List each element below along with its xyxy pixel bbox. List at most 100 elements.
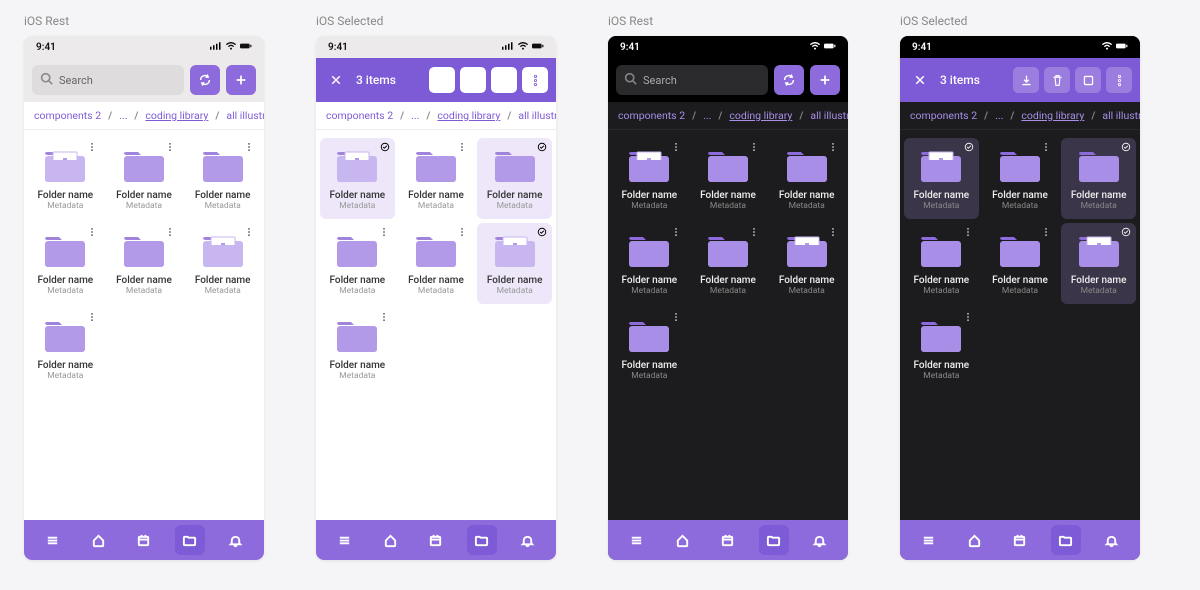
search-placeholder: Search xyxy=(643,74,677,87)
folder-card[interactable]: Folder name Metadata xyxy=(320,138,395,219)
folder-meta: Metadata xyxy=(614,286,685,296)
folder-icon xyxy=(335,235,379,269)
folder-grid: Folder name Metadata Folder name Metadat… xyxy=(900,130,1140,520)
nav-folder-button[interactable] xyxy=(175,525,205,555)
nav-home-button[interactable] xyxy=(959,525,989,555)
folder-card[interactable]: Folder name Metadata xyxy=(1061,138,1136,219)
stop-button[interactable] xyxy=(491,67,517,93)
nav-home-button[interactable] xyxy=(375,525,405,555)
nav-calendar-button[interactable] xyxy=(713,525,743,555)
bottom-nav xyxy=(24,520,264,560)
folder-card[interactable]: Folder name Metadata xyxy=(612,138,687,219)
folder-card[interactable]: Folder name Metadata xyxy=(320,308,395,389)
folder-name: Folder name xyxy=(109,190,180,201)
folder-card[interactable]: Folder name Metadata xyxy=(904,138,979,219)
folder-card[interactable]: Folder name Metadata xyxy=(612,223,687,304)
folder-card[interactable]: Folder name Metadata xyxy=(983,223,1058,304)
folder-card[interactable]: Folder name Metadata xyxy=(320,223,395,304)
selection-close-button[interactable] xyxy=(324,68,348,92)
stop-button[interactable] xyxy=(1075,67,1101,93)
wifi-icon xyxy=(225,42,237,53)
overflow-button[interactable] xyxy=(1106,67,1132,93)
folder-card[interactable]: Folder name Metadata xyxy=(28,223,103,304)
breadcrumb-0[interactable]: components 2 xyxy=(910,109,977,122)
breadcrumb-3[interactable]: all illustrations xyxy=(1102,109,1140,122)
breadcrumb-2[interactable]: coding library xyxy=(729,109,792,122)
nav-menu-button[interactable] xyxy=(914,525,944,555)
breadcrumb-3[interactable]: all illustrations xyxy=(518,109,556,122)
folder-icon xyxy=(706,150,750,184)
folder-card[interactable]: Folder name Metadata xyxy=(769,223,844,304)
nav-calendar-button[interactable] xyxy=(421,525,451,555)
folder-name: Folder name xyxy=(322,275,393,286)
selected-check-icon xyxy=(537,227,547,237)
breadcrumb-2[interactable]: coding library xyxy=(1021,109,1084,122)
folder-card[interactable]: Folder name Metadata xyxy=(28,138,103,219)
delete-button[interactable] xyxy=(460,67,486,93)
selected-check-icon xyxy=(537,142,547,152)
folder-meta: Metadata xyxy=(906,201,977,211)
folder-card[interactable]: Folder name Metadata xyxy=(691,223,766,304)
nav-calendar-button[interactable] xyxy=(1005,525,1035,555)
folder-card[interactable]: Folder name Metadata xyxy=(107,138,182,219)
folder-card[interactable]: Folder name Metadata xyxy=(185,138,260,219)
breadcrumb-0[interactable]: components 2 xyxy=(326,109,393,122)
breadcrumb-0[interactable]: components 2 xyxy=(34,109,101,122)
nav-bell-button[interactable] xyxy=(804,525,834,555)
breadcrumb-0[interactable]: components 2 xyxy=(618,109,685,122)
breadcrumb-2[interactable]: coding library xyxy=(437,109,500,122)
folder-name: Folder name xyxy=(614,190,685,201)
breadcrumb-1[interactable]: ... xyxy=(995,109,1003,122)
nav-bell-button[interactable] xyxy=(220,525,250,555)
download-button[interactable] xyxy=(1013,67,1039,93)
add-button[interactable] xyxy=(810,65,840,95)
folder-card[interactable]: Folder name Metadata xyxy=(691,138,766,219)
delete-button[interactable] xyxy=(1044,67,1070,93)
sync-button[interactable] xyxy=(190,65,220,95)
add-button[interactable] xyxy=(226,65,256,95)
search-input[interactable]: Search xyxy=(616,65,768,95)
breadcrumb-2[interactable]: coding library xyxy=(145,109,208,122)
folder-card[interactable]: Folder name Metadata xyxy=(399,138,474,219)
download-button[interactable] xyxy=(429,67,455,93)
folder-card[interactable]: Folder name Metadata xyxy=(769,138,844,219)
folder-card[interactable]: Folder name Metadata xyxy=(612,308,687,389)
folder-card[interactable]: Folder name Metadata xyxy=(477,223,552,304)
device-frame: 9:41 3 items xyxy=(900,36,1140,560)
folder-card[interactable]: Folder name Metadata xyxy=(399,223,474,304)
breadcrumb-3[interactable]: all illustrations xyxy=(810,109,848,122)
status-icons xyxy=(502,42,544,53)
folder-card[interactable]: Folder name Metadata xyxy=(477,138,552,219)
nav-home-button[interactable] xyxy=(83,525,113,555)
breadcrumb-1[interactable]: ... xyxy=(119,109,127,122)
folder-card[interactable]: Folder name Metadata xyxy=(904,308,979,389)
search-input[interactable]: Search xyxy=(32,65,184,95)
folder-meta: Metadata xyxy=(771,201,842,211)
nav-bell-button[interactable] xyxy=(1096,525,1126,555)
nav-calendar-button[interactable] xyxy=(129,525,159,555)
folder-card[interactable]: Folder name Metadata xyxy=(1061,223,1136,304)
breadcrumb-1[interactable]: ... xyxy=(411,109,419,122)
folder-card[interactable]: Folder name Metadata xyxy=(904,223,979,304)
folder-card[interactable]: Folder name Metadata xyxy=(28,308,103,389)
nav-folder-button[interactable] xyxy=(1051,525,1081,555)
selection-close-button[interactable] xyxy=(908,68,932,92)
nav-menu-button[interactable] xyxy=(38,525,68,555)
folder-card[interactable]: Folder name Metadata xyxy=(185,223,260,304)
folder-meta: Metadata xyxy=(109,201,180,211)
folder-icon xyxy=(122,235,166,269)
sync-button[interactable] xyxy=(774,65,804,95)
overflow-button[interactable] xyxy=(522,67,548,93)
folder-name: Folder name xyxy=(401,190,472,201)
folder-icon xyxy=(201,150,245,184)
nav-bell-button[interactable] xyxy=(512,525,542,555)
breadcrumb-3[interactable]: all illustrations xyxy=(226,109,264,122)
breadcrumb-1[interactable]: ... xyxy=(703,109,711,122)
nav-home-button[interactable] xyxy=(667,525,697,555)
folder-card[interactable]: Folder name Metadata xyxy=(983,138,1058,219)
nav-menu-button[interactable] xyxy=(330,525,360,555)
nav-menu-button[interactable] xyxy=(622,525,652,555)
folder-card[interactable]: Folder name Metadata xyxy=(107,223,182,304)
nav-folder-button[interactable] xyxy=(759,525,789,555)
nav-folder-button[interactable] xyxy=(467,525,497,555)
